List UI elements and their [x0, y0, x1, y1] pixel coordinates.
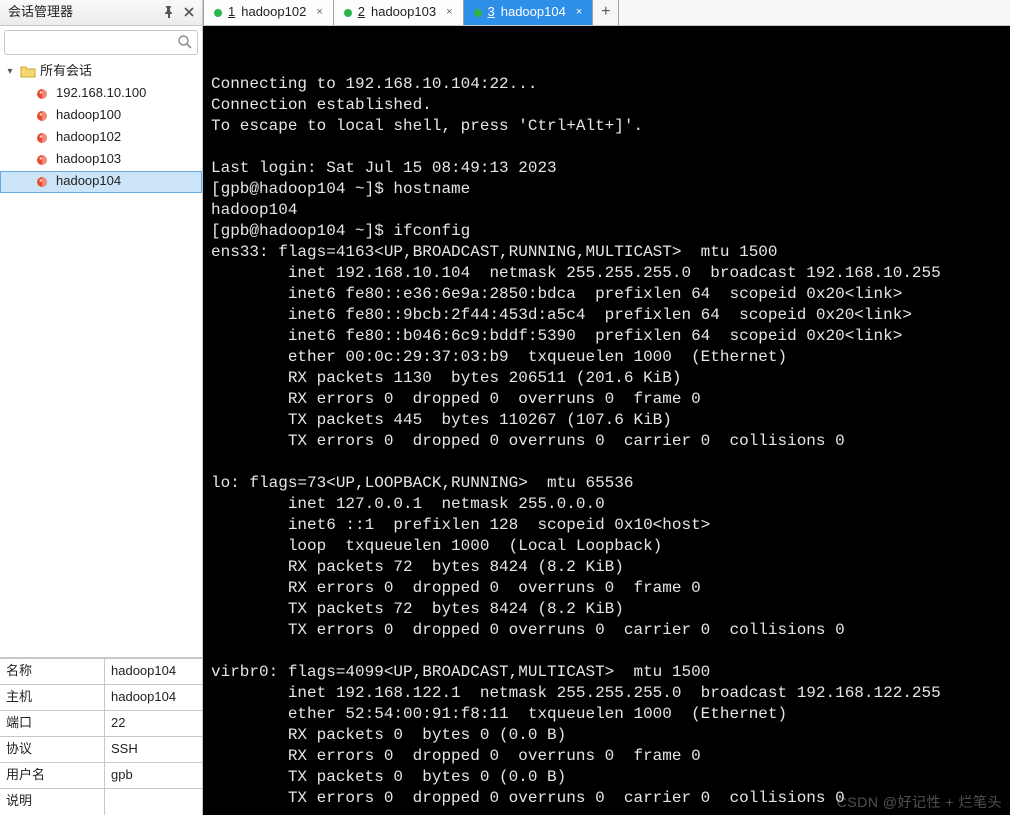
session-label: hadoop102	[56, 129, 121, 146]
session-label: hadoop104	[56, 173, 121, 190]
tab-label: hadoop103	[371, 4, 436, 21]
sidebar-title: 会话管理器	[8, 4, 156, 21]
session-label: hadoop100	[56, 107, 121, 124]
tab-number: 2	[358, 4, 365, 21]
tab-label: hadoop104	[501, 4, 566, 21]
session-icon	[36, 130, 52, 146]
property-row: 协议SSH	[0, 737, 202, 763]
sidebar: 会话管理器 ▾ 所有会话 192.168.10.100 hadoop100 hado…	[0, 0, 203, 815]
tab[interactable]: 1 hadoop102 ×	[203, 0, 334, 25]
sidebar-header: 会话管理器	[0, 0, 202, 26]
properties-panel: 名称hadoop104主机hadoop104端口22协议SSH用户名gpb说明	[0, 658, 202, 815]
search-input[interactable]	[9, 33, 177, 52]
session-icon	[36, 174, 52, 190]
session-item[interactable]: hadoop100	[0, 105, 202, 127]
property-key: 名称	[0, 659, 105, 684]
tab-close-icon[interactable]: ×	[446, 5, 452, 19]
terminal[interactable]: Connecting to 192.168.10.104:22... Conne…	[203, 26, 1010, 815]
session-item[interactable]: hadoop102	[0, 127, 202, 149]
session-tree: ▾ 所有会话 192.168.10.100 hadoop100 hadoop102 h…	[0, 59, 202, 658]
session-item[interactable]: hadoop104	[0, 171, 202, 193]
property-value: SSH	[105, 737, 202, 762]
sidebar-search[interactable]	[4, 30, 198, 55]
session-label: hadoop103	[56, 151, 121, 168]
tab-number: 1	[228, 4, 235, 21]
terminal-output: Connecting to 192.168.10.104:22... Conne…	[211, 74, 1002, 809]
status-dot-icon	[474, 9, 482, 17]
folder-icon	[20, 64, 36, 80]
property-row: 主机hadoop104	[0, 685, 202, 711]
property-key: 说明	[0, 789, 105, 815]
property-value: gpb	[105, 763, 202, 788]
property-key: 端口	[0, 711, 105, 736]
session-item[interactable]: hadoop103	[0, 149, 202, 171]
property-key: 协议	[0, 737, 105, 762]
property-value	[105, 789, 202, 815]
tab-bar: 1 hadoop102 × 2 hadoop103 × 3 hadoop104 × +	[203, 0, 1010, 26]
pin-icon[interactable]	[162, 5, 176, 19]
tab-label: hadoop102	[241, 4, 306, 21]
tab[interactable]: 2 hadoop103 ×	[334, 0, 464, 25]
tab-close-icon[interactable]: ×	[316, 5, 322, 19]
property-row: 说明	[0, 789, 202, 815]
session-icon	[36, 152, 52, 168]
property-row: 端口22	[0, 711, 202, 737]
tree-root[interactable]: ▾ 所有会话	[0, 61, 202, 83]
status-dot-icon	[344, 9, 352, 17]
property-value: hadoop104	[105, 659, 202, 684]
tab[interactable]: 3 hadoop104 ×	[464, 0, 594, 25]
new-tab-button[interactable]: +	[593, 0, 619, 25]
property-row: 用户名gpb	[0, 763, 202, 789]
property-row: 名称hadoop104	[0, 659, 202, 685]
status-dot-icon	[214, 9, 222, 17]
collapse-icon[interactable]: ▾	[4, 65, 16, 78]
search-icon[interactable]	[177, 34, 193, 50]
main: 1 hadoop102 × 2 hadoop103 × 3 hadoop104 × + C…	[203, 0, 1010, 815]
property-key: 主机	[0, 685, 105, 710]
property-key: 用户名	[0, 763, 105, 788]
session-icon	[36, 108, 52, 124]
tree-root-label: 所有会话	[40, 63, 92, 80]
tab-number: 3	[488, 4, 495, 21]
tab-close-icon[interactable]: ×	[576, 5, 582, 19]
session-item[interactable]: 192.168.10.100	[0, 83, 202, 105]
property-value: hadoop104	[105, 685, 202, 710]
session-icon	[36, 86, 52, 102]
close-icon[interactable]	[182, 5, 196, 19]
session-label: 192.168.10.100	[56, 85, 146, 102]
property-value: 22	[105, 711, 202, 736]
